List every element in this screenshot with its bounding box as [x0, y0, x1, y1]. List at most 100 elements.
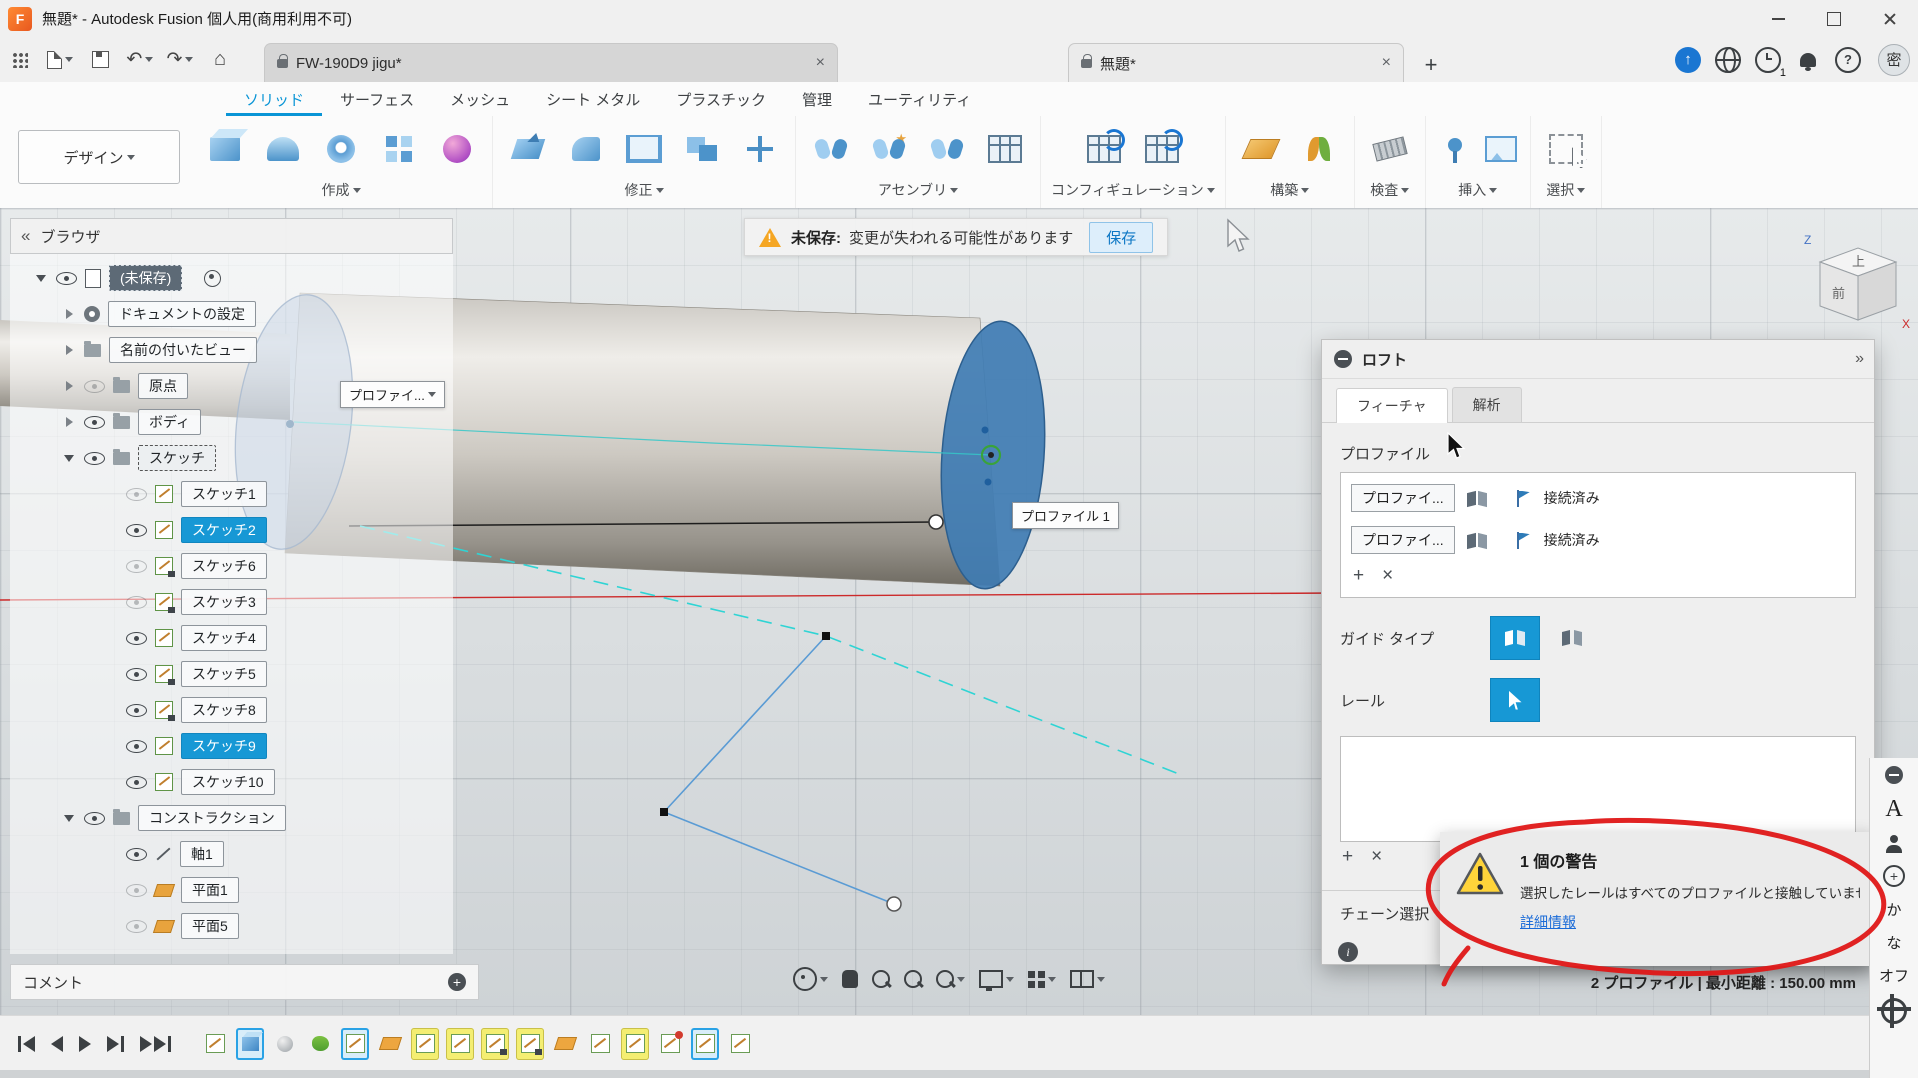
timeline-sketch-feature[interactable] [341, 1027, 369, 1060]
tree-item-sketch2[interactable]: スケッチ2 [10, 512, 453, 548]
fit-button[interactable] [899, 964, 927, 994]
add-rail-button[interactable]: + [1342, 846, 1353, 868]
document-tab-active[interactable]: 無題* × [1068, 43, 1404, 82]
new-component-icon[interactable]: ★ [864, 123, 914, 175]
visibility-eye-icon[interactable] [126, 631, 147, 646]
document-tab[interactable]: FW-190D9 jigu* × [264, 43, 838, 82]
visibility-eye-icon[interactable] [84, 415, 105, 430]
visibility-eye-icon[interactable] [126, 919, 147, 934]
select-icon[interactable] [1541, 123, 1591, 175]
notifications-button[interactable] [1791, 43, 1825, 77]
save-document-button[interactable]: 保存 [1089, 221, 1154, 253]
job-status-button[interactable]: ↑ [1671, 43, 1705, 77]
profile-name[interactable]: プロファイ... [1351, 484, 1455, 512]
viewports-button[interactable] [1065, 964, 1110, 994]
tree-item-bodies[interactable]: ボディ [10, 404, 453, 440]
tree-item-plane5[interactable]: 平面5 [10, 908, 453, 944]
step-back-button[interactable] [51, 1035, 63, 1052]
timeline-plane-feature[interactable] [376, 1028, 404, 1060]
gear-icon[interactable] [1877, 994, 1911, 1028]
insert-icon[interactable] [1436, 123, 1474, 175]
close-tab-icon[interactable]: × [804, 54, 825, 72]
profile-name[interactable]: プロファイ... [1351, 526, 1455, 554]
joint-icon[interactable] [922, 123, 972, 175]
tab-analysis[interactable]: 解析 [1451, 387, 1522, 422]
configure-icon[interactable] [1079, 123, 1129, 175]
ime-kana-na[interactable]: な [1886, 932, 1901, 953]
timeline-sketch-feature[interactable] [411, 1027, 439, 1060]
profile-tag[interactable]: プロファイル 1 [1012, 502, 1119, 529]
browser-header[interactable]: « ブラウザ [10, 218, 453, 254]
visibility-eye-icon[interactable] [56, 271, 77, 286]
assemble-icon[interactable] [806, 123, 856, 175]
maximize-button[interactable] [1806, 0, 1862, 37]
visibility-eye-icon[interactable] [126, 595, 147, 610]
dock-arrows-icon[interactable]: » [1855, 350, 1864, 368]
tab-sheetmetal[interactable]: シート メタル [528, 83, 658, 116]
time-tracking-button[interactable]: 1 [1751, 43, 1787, 79]
tree-item-construction-folder[interactable]: コンストラクション [10, 800, 453, 836]
visibility-eye-icon[interactable] [126, 847, 147, 862]
tree-item-sketch5[interactable]: スケッチ5 [10, 656, 453, 692]
tree-item-sketch1[interactable]: スケッチ1 [10, 476, 453, 512]
timeline-sketch-feature[interactable] [586, 1028, 614, 1060]
tree-item-label[interactable]: スケッチ9 [181, 732, 267, 760]
visibility-eye-icon[interactable] [126, 883, 147, 898]
tree-item-label[interactable]: スケッチ2 [181, 516, 267, 544]
tree-item-label[interactable]: 平面1 [181, 876, 239, 904]
go-to-end-button[interactable] [140, 1035, 171, 1052]
tree-item-document-settings[interactable]: ドキュメントの設定 [10, 296, 453, 332]
tree-item-label[interactable]: スケッチ5 [181, 660, 267, 688]
active-component-radio[interactable] [204, 269, 222, 287]
assemble-group-label[interactable]: アセンブリ [878, 180, 959, 200]
user-avatar[interactable]: 密 [1878, 43, 1910, 76]
shell-icon[interactable] [619, 123, 669, 175]
revolve-icon[interactable] [258, 123, 308, 175]
combine-icon[interactable] [677, 123, 727, 175]
tab-feature[interactable]: フィーチャ [1336, 388, 1448, 423]
canvas-icon[interactable] [1482, 123, 1520, 175]
add-icon[interactable]: + [1883, 865, 1905, 887]
rail-select-button[interactable] [1490, 678, 1540, 722]
tab-mesh[interactable]: メッシュ [432, 83, 528, 116]
tab-utilities[interactable]: ユーティリティ [850, 83, 989, 116]
tab-surface[interactable]: サーフェス [322, 83, 432, 116]
expand-arrow-icon[interactable] [62, 309, 76, 319]
ime-mode-indicator[interactable]: A [1885, 796, 1902, 823]
tree-item-axis1[interactable]: 軸1 [10, 836, 453, 872]
timeline-plane-feature[interactable] [551, 1028, 579, 1060]
timeline-sketch-feature[interactable] [691, 1027, 719, 1060]
close-button[interactable] [1862, 0, 1918, 37]
user-dictionary-icon[interactable] [1885, 835, 1903, 853]
expand-arrow-icon[interactable] [62, 345, 76, 355]
remove-profile-button[interactable]: × [1382, 565, 1393, 587]
profile-row[interactable]: プロファイ... 接続済み [1351, 477, 1845, 519]
parts-table-icon[interactable] [980, 123, 1030, 175]
tree-item-label[interactable]: 原点 [138, 372, 188, 400]
minimize-button[interactable] [1750, 0, 1806, 37]
timeline-sketch-feature[interactable] [621, 1027, 649, 1060]
tree-item-label[interactable]: スケッチ1 [181, 480, 267, 508]
minimize-bar-icon[interactable] [1885, 766, 1903, 784]
select-group-label[interactable]: 選択 [1546, 180, 1586, 200]
play-button[interactable] [79, 1035, 91, 1052]
go-to-start-button[interactable] [18, 1035, 35, 1052]
expand-arrow-icon[interactable] [62, 455, 76, 462]
tree-item-sketch8[interactable]: スケッチ8 [10, 692, 453, 728]
timeline-sphere-feature[interactable] [271, 1028, 299, 1060]
tree-item-label[interactable]: スケッチ4 [181, 624, 267, 652]
visibility-eye-icon[interactable] [84, 451, 105, 466]
fillet-icon[interactable] [561, 123, 611, 175]
comment-bar[interactable]: コメント + [10, 964, 479, 1000]
remove-rail-button[interactable]: × [1371, 846, 1382, 868]
expand-arrow-icon[interactable] [34, 275, 48, 282]
tab-manage[interactable]: 管理 [784, 83, 850, 116]
tree-item-label[interactable]: ボディ [138, 408, 202, 436]
tree-item-label[interactable]: 軸1 [180, 840, 224, 868]
workspace-selector[interactable]: デザイン [18, 130, 180, 184]
collapse-dialog-icon[interactable] [1334, 350, 1352, 368]
timeline-loft-feature[interactable] [306, 1028, 334, 1060]
collapse-chevrons-icon[interactable]: « [21, 226, 30, 246]
timeline-body-feature[interactable] [236, 1027, 264, 1060]
expand-arrow-icon[interactable] [62, 381, 76, 391]
